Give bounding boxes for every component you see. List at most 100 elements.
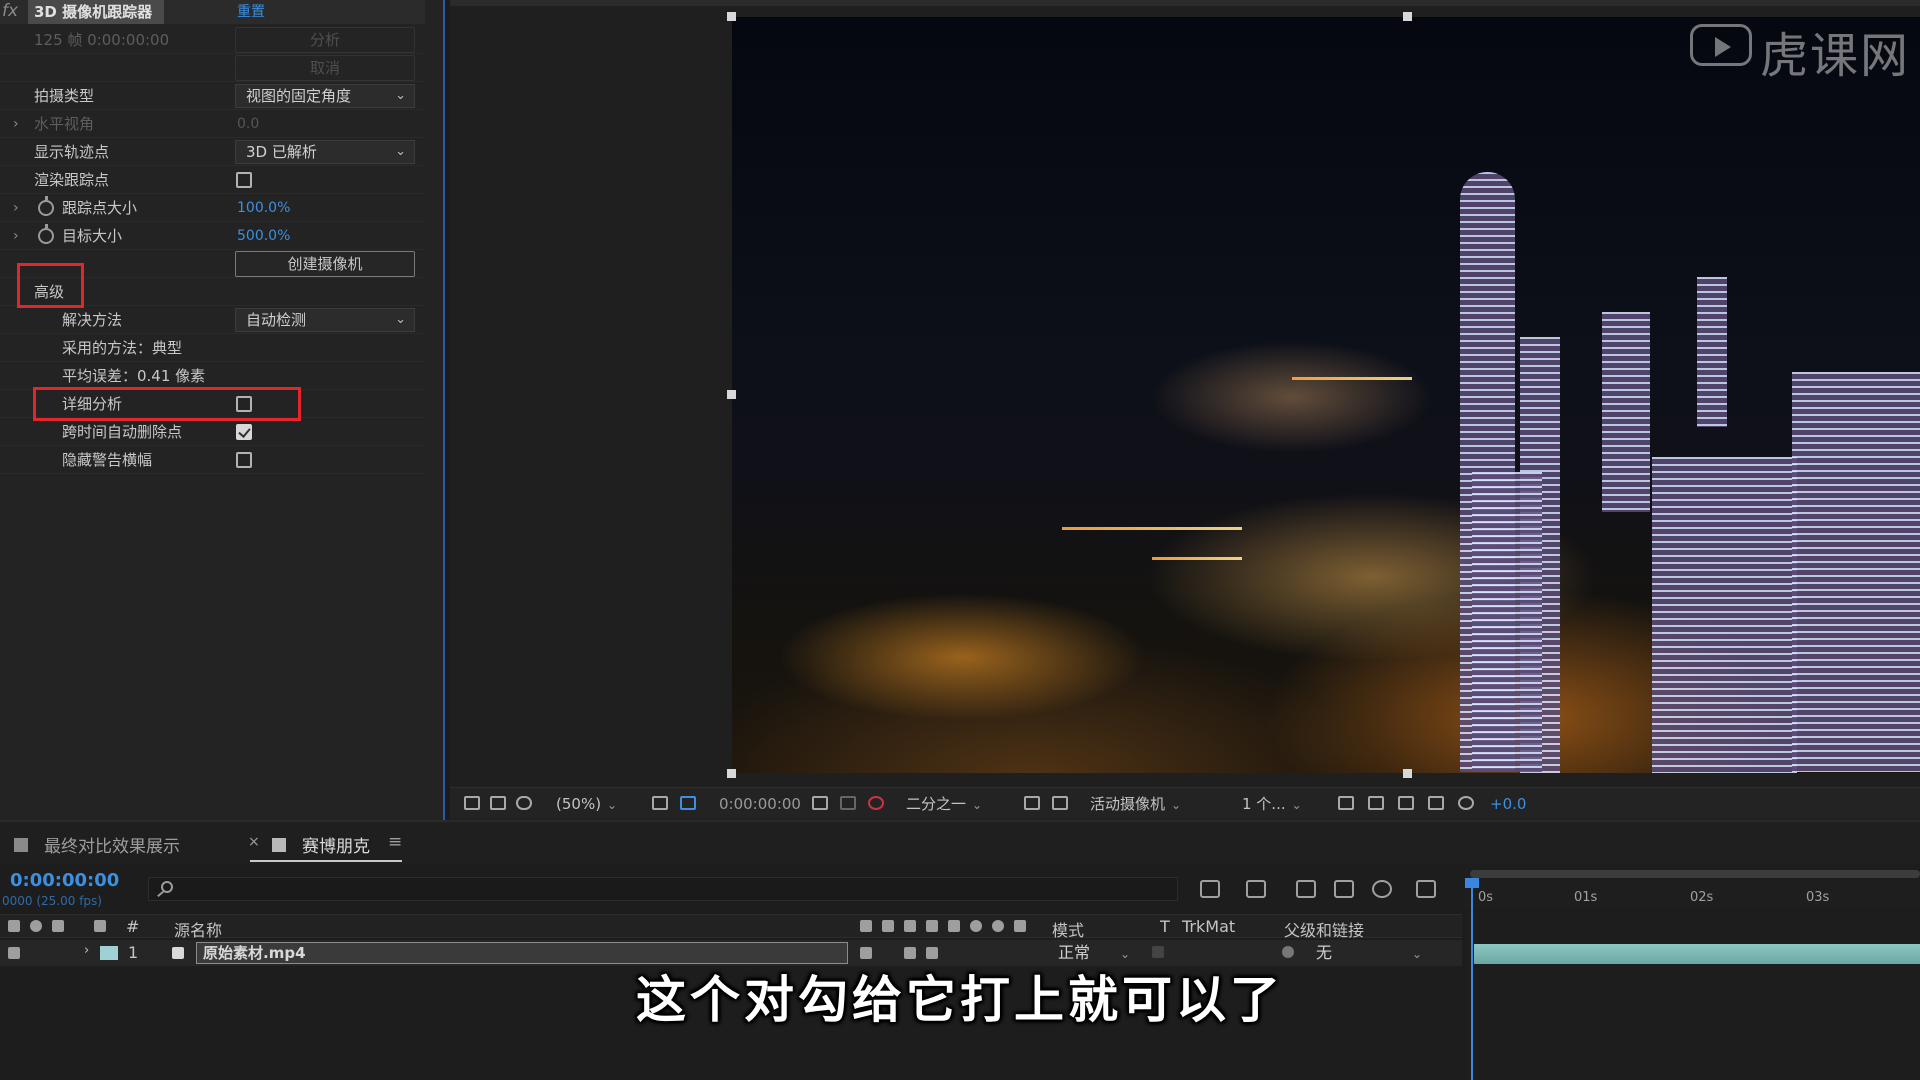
- solve-method-dropdown[interactable]: 自动检测 ⌄: [235, 308, 415, 332]
- mask-icon[interactable]: [516, 796, 532, 810]
- avg-error-text: 平均误差：0.41 像素: [62, 367, 206, 385]
- fx-switch-icon[interactable]: [926, 947, 938, 959]
- timeline-icon[interactable]: [1398, 796, 1414, 810]
- toggle-pixel-aspect-icon[interactable]: [1338, 796, 1354, 810]
- monitor-icon[interactable]: [490, 796, 506, 810]
- switch-icon[interactable]: [948, 920, 960, 932]
- reset-exposure-icon[interactable]: [1458, 796, 1474, 810]
- render-points-row: 渲染跟踪点: [0, 166, 425, 194]
- chevron-down-icon: ⌄: [607, 798, 618, 812]
- graph-editor-icon[interactable]: [1416, 880, 1436, 898]
- point-size-row: › 跟踪点大小 100.0%: [0, 194, 425, 222]
- chevron-right-icon[interactable]: ›: [84, 943, 89, 958]
- switch-icon[interactable]: [860, 920, 872, 932]
- switch-icon[interactable]: [904, 947, 916, 959]
- comp-flowchart-icon[interactable]: [1200, 880, 1220, 898]
- selection-handle[interactable]: [727, 769, 736, 778]
- fx-badge[interactable]: fx: [2, 1, 18, 21]
- audio-icon[interactable]: [8, 947, 20, 959]
- selection-handle[interactable]: [1403, 12, 1412, 21]
- tab-cyberpunk[interactable]: 赛博朋克: [302, 832, 370, 857]
- viewer-timecode[interactable]: 0:00:00:00: [719, 794, 801, 814]
- create-camera-button[interactable]: 创建摄像机: [235, 251, 415, 277]
- cancel-button[interactable]: 取消: [235, 55, 415, 81]
- hide-warning-checkbox[interactable]: [236, 452, 252, 468]
- flowchart-icon[interactable]: [1428, 796, 1444, 810]
- light-strip: [1152, 557, 1242, 560]
- target-size-label: 目标大小: [62, 227, 123, 245]
- stopwatch-icon[interactable]: [38, 196, 54, 216]
- render-points-checkbox[interactable]: [236, 172, 252, 188]
- analyze-button[interactable]: 分析: [235, 27, 415, 53]
- pickwhip-icon[interactable]: [1282, 946, 1294, 958]
- fx-switch-icon[interactable]: [926, 920, 938, 932]
- color-channels-icon[interactable]: [868, 796, 884, 810]
- hfov-label: 水平视角: [34, 115, 95, 133]
- column-source-name[interactable]: 源名称: [174, 917, 222, 941]
- solo-icon[interactable]: [30, 920, 42, 932]
- motion-blur-icon[interactable]: [1372, 880, 1392, 898]
- composition-frame[interactable]: [732, 17, 1920, 773]
- zoom-value: (50%): [556, 795, 602, 813]
- panel-menu-icon[interactable]: ≡: [388, 832, 402, 852]
- camera-dropdown[interactable]: 活动摄像机 ⌄: [1090, 794, 1181, 814]
- snapshot-icon[interactable]: [812, 796, 828, 810]
- switch-icon[interactable]: [882, 920, 894, 932]
- target-size-value[interactable]: 500.0%: [237, 222, 290, 250]
- watermark-logo-icon: [1690, 24, 1752, 66]
- tower-3: [1602, 312, 1650, 512]
- method-used-text: 采用的方法：典型: [62, 339, 183, 357]
- switch-icon[interactable]: [904, 920, 916, 932]
- lock-icon[interactable]: [52, 920, 64, 932]
- auto-delete-checkbox[interactable]: [236, 424, 252, 440]
- shot-type-dropdown[interactable]: 视图的固定角度 ⌄: [235, 84, 415, 108]
- switch-icon[interactable]: [860, 947, 872, 959]
- shy-layers-icon[interactable]: [1296, 880, 1316, 898]
- layer-label-color[interactable]: [100, 946, 118, 960]
- chevron-right-icon[interactable]: ›: [13, 194, 19, 222]
- timeline-tabs: 最终对比效果展示 × 赛博朋克 ≡: [0, 822, 1920, 864]
- hide-warning-row: 隐藏警告横幅: [0, 446, 425, 474]
- target-size-row: › 目标大小 500.0%: [0, 222, 425, 250]
- camera-value: 活动摄像机: [1090, 795, 1166, 813]
- zoom-dropdown[interactable]: (50%) ⌄: [556, 794, 617, 814]
- frame-blending-icon[interactable]: [1334, 880, 1354, 898]
- reset-link[interactable]: 重置: [237, 0, 265, 24]
- resolution-dropdown[interactable]: 二分之一 ⌄: [906, 794, 982, 814]
- exposure-value[interactable]: +0.0: [1490, 794, 1526, 814]
- transparency-grid-icon[interactable]: [680, 796, 696, 810]
- show-points-dropdown[interactable]: 3D 已解析 ⌄: [235, 140, 415, 164]
- hide-warning-label: 隐藏警告横幅: [62, 451, 153, 469]
- region-of-interest-icon[interactable]: [1024, 796, 1040, 810]
- ruler-label: 02s: [1690, 890, 1714, 905]
- close-icon[interactable]: ×: [248, 834, 260, 850]
- selection-handle[interactable]: [727, 390, 736, 399]
- chevron-right-icon[interactable]: ›: [13, 110, 19, 138]
- selection-handle[interactable]: [727, 12, 736, 21]
- effect-title[interactable]: 3D 摄像机跟踪器: [28, 0, 164, 24]
- draft-3d-icon[interactable]: [1246, 880, 1266, 898]
- transparency-icon[interactable]: [1052, 796, 1068, 810]
- point-size-value[interactable]: 100.0%: [237, 194, 290, 222]
- selection-handle[interactable]: [1403, 769, 1412, 778]
- shot-type-row: 拍摄类型 视图的固定角度 ⌄: [0, 82, 425, 110]
- fast-previews-icon[interactable]: [1368, 796, 1384, 810]
- chevron-right-icon[interactable]: ›: [13, 222, 19, 250]
- trkmat-box[interactable]: [1152, 946, 1164, 958]
- active-tab-indicator: [250, 860, 402, 862]
- switch-icon[interactable]: [970, 920, 982, 932]
- stopwatch-icon[interactable]: [38, 224, 54, 244]
- views-dropdown[interactable]: 1 个... ⌄: [1242, 794, 1302, 814]
- tab-final-compare[interactable]: 最终对比效果展示: [44, 832, 180, 857]
- label-tag-icon[interactable]: [94, 920, 106, 932]
- show-snapshot-icon[interactable]: [840, 796, 856, 810]
- always-preview-icon[interactable]: [464, 796, 480, 810]
- audio-icon[interactable]: [8, 920, 20, 932]
- solve-method-row: 解决方法 自动检测 ⌄: [0, 306, 425, 334]
- 3d-cube-icon[interactable]: [1014, 920, 1026, 932]
- current-time[interactable]: 0:00:00:00: [10, 870, 119, 891]
- switch-icon[interactable]: [992, 920, 1004, 932]
- work-area-bar[interactable]: [1470, 870, 1920, 878]
- fit-icon[interactable]: [652, 796, 668, 810]
- layer-search-input[interactable]: [148, 877, 1178, 901]
